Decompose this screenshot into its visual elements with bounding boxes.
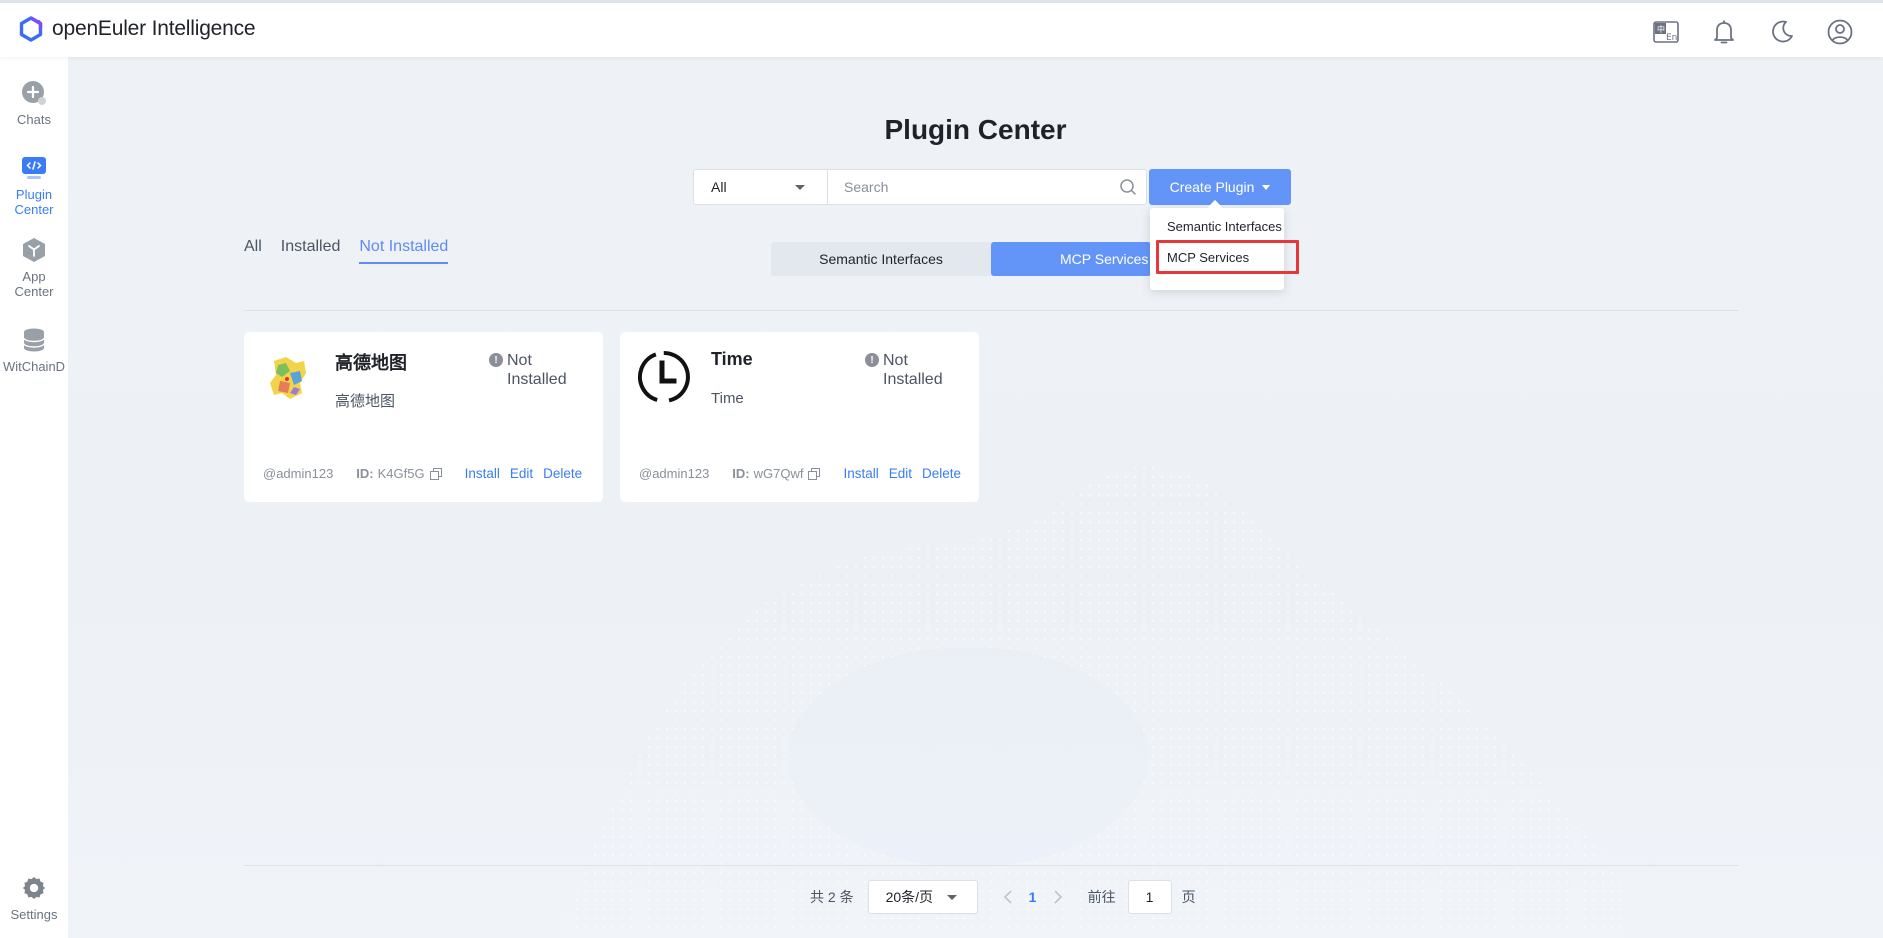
search-icon[interactable]	[1110, 170, 1146, 204]
plugin-description: 高德地图	[335, 393, 396, 410]
info-icon: !	[489, 353, 503, 367]
pagination: 共 2 条 20条/页 1 前往 1 页	[810, 880, 1196, 914]
plugin-icon	[21, 155, 47, 181]
plugin-card[interactable]: 高德地图 高德地图 ! Not Installed @admin123 ID: …	[244, 332, 603, 502]
plugin-owner: @admin123	[263, 466, 334, 481]
plugin-id: wG7Qwf	[753, 466, 804, 481]
copy-icon[interactable]	[808, 467, 821, 480]
page-number[interactable]: 1	[1020, 889, 1046, 905]
create-plugin-button[interactable]: Create Plugin	[1149, 169, 1291, 205]
id-label: ID:	[356, 466, 374, 481]
tab-installed[interactable]: Installed	[281, 238, 341, 264]
svg-text:中: 中	[1657, 24, 1665, 34]
openeuler-logo-icon	[19, 16, 43, 42]
plugin-card[interactable]: Time Time ! Not Installed @admin123 ID: …	[620, 332, 979, 502]
prev-page-icon[interactable]	[996, 890, 1020, 904]
next-page-icon[interactable]	[1046, 890, 1070, 904]
user-icon[interactable]	[1825, 17, 1855, 47]
tab-all[interactable]: All	[244, 238, 262, 264]
app-title: openEuler Intelligence	[52, 17, 256, 40]
plugin-name: Time	[711, 349, 753, 369]
top-header: openEuler Intelligence 中 En	[0, 0, 1883, 57]
category-select[interactable]: All	[694, 170, 828, 204]
new-chat-icon	[21, 80, 47, 106]
status-badge: ! Not Installed	[489, 351, 593, 389]
tab-not-installed[interactable]: Not Installed	[359, 238, 449, 264]
database-icon	[21, 327, 47, 353]
menu-item-mcp-services[interactable]: MCP Services	[1156, 240, 1299, 274]
goto-page-input[interactable]: 1	[1127, 880, 1172, 914]
search-input[interactable]	[828, 170, 1110, 204]
install-button[interactable]: Install	[465, 466, 500, 481]
caret-down-icon	[1262, 184, 1271, 190]
plugin-id: K4Gf5G	[377, 466, 425, 481]
menu-item-semantic-interfaces[interactable]: Semantic Interfaces	[1150, 211, 1284, 241]
sidebar-item-settings[interactable]: Settings	[0, 875, 68, 922]
pagination-divider	[244, 865, 1739, 866]
sidebar-item-app-center[interactable]: App Center	[0, 237, 68, 299]
edit-button[interactable]: Edit	[889, 466, 912, 481]
cube-icon	[21, 237, 47, 263]
language-switch-icon[interactable]: 中 En	[1651, 17, 1681, 47]
plugin-name: 高德地图	[335, 353, 407, 373]
page-size-select[interactable]: 20条/页	[867, 880, 978, 914]
plugin-description: Time	[711, 390, 744, 407]
goto-label: 前往	[1087, 889, 1116, 905]
status-badge: ! Not Installed	[865, 351, 969, 389]
sidebar-item-plugin-center[interactable]: Plugin Center	[0, 155, 68, 217]
copy-icon[interactable]	[429, 467, 442, 480]
sidebar-item-chats[interactable]: Chats	[0, 80, 68, 127]
caret-down-icon	[946, 895, 957, 900]
delete-button[interactable]: Delete	[543, 466, 582, 481]
map-logo-icon	[261, 350, 315, 404]
sidebar-item-witchaind[interactable]: WitChainD	[0, 327, 68, 374]
svg-text:En: En	[1666, 33, 1677, 43]
gear-icon	[21, 875, 47, 901]
edit-button[interactable]: Edit	[510, 466, 533, 481]
main-content: Plugin Center All Create Plugin Semantic…	[68, 57, 1883, 938]
moon-icon[interactable]	[1767, 17, 1797, 47]
search-bar: All	[693, 169, 1147, 205]
delete-button[interactable]: Delete	[922, 466, 961, 481]
info-icon: !	[865, 353, 879, 367]
create-plugin-menu: Semantic Interfaces MCP Services	[1150, 208, 1299, 290]
tabs-divider	[244, 310, 1739, 311]
tab-mcp-services[interactable]: MCP Services	[991, 242, 1151, 276]
bell-icon[interactable]	[1709, 17, 1739, 47]
status-filter-tabs: All Installed Not Installed	[244, 238, 467, 264]
caret-down-icon	[795, 185, 805, 190]
tab-semantic-interfaces[interactable]: Semantic Interfaces	[771, 242, 991, 276]
clock-logo-icon	[637, 350, 691, 404]
plugin-type-tabs: Semantic Interfaces MCP Services	[771, 242, 1151, 276]
id-label: ID:	[732, 466, 750, 481]
plugin-owner: @admin123	[639, 466, 710, 481]
install-button[interactable]: Install	[843, 466, 878, 481]
sidebar: Chats Plugin Center App Center WitChainD…	[0, 57, 68, 938]
brand[interactable]: openEuler Intelligence	[18, 16, 256, 42]
page-suffix: 页	[1181, 889, 1196, 905]
total-count: 共 2 条	[810, 889, 854, 905]
page-title: Plugin Center	[884, 114, 1067, 145]
